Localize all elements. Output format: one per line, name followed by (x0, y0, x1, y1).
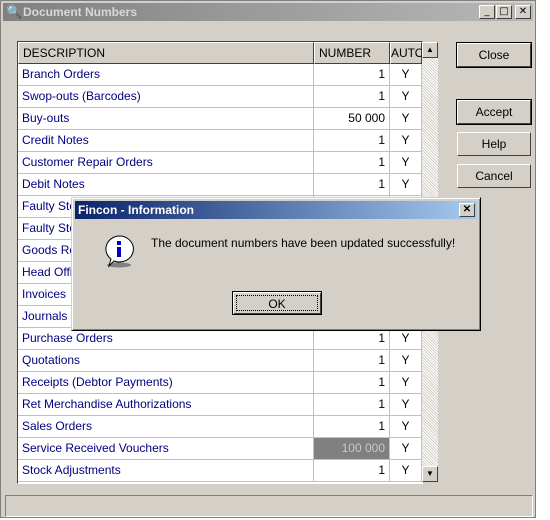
cell-description[interactable]: Ret Merchandise Authorizations (18, 394, 314, 416)
cell-auto[interactable]: Y (390, 328, 422, 350)
cell-number[interactable]: 100 000 (314, 438, 390, 460)
grid-header: DESCRIPTION NUMBER AUTO (18, 42, 422, 64)
cell-description[interactable]: Receipts (Debtor Payments) (18, 372, 314, 394)
table-row[interactable]: Service Received Vouchers 100 000 Y (18, 438, 422, 460)
cell-description[interactable]: Customer Repair Orders (18, 152, 314, 174)
cell-description[interactable]: Buy-outs (18, 108, 314, 130)
column-header-auto[interactable]: AUTO (390, 42, 422, 64)
cell-number[interactable]: 1 (314, 416, 390, 438)
table-row[interactable]: Credit Notes 1 Y (18, 130, 422, 152)
cell-auto[interactable]: Y (390, 130, 422, 152)
cell-number[interactable]: 1 (314, 152, 390, 174)
cell-number[interactable]: 1 (314, 350, 390, 372)
close-button[interactable]: Close (456, 42, 532, 68)
cell-auto[interactable]: Y (390, 350, 422, 372)
window-title: Document Numbers (23, 5, 138, 19)
cell-number[interactable]: 1 (314, 130, 390, 152)
table-row[interactable]: Sales Orders 1 Y (18, 416, 422, 438)
table-row[interactable]: Customer Repair Orders 1 Y (18, 152, 422, 174)
cell-number[interactable]: 1 (314, 460, 390, 482)
cell-auto[interactable]: Y (390, 108, 422, 130)
cell-description[interactable]: Purchase Orders (18, 328, 314, 350)
dialog-title: Fincon - Information (78, 203, 194, 217)
cell-number[interactable]: 1 (314, 372, 390, 394)
dialog-titlebar[interactable]: Fincon - Information ✕ (75, 201, 477, 219)
cell-description[interactable]: Service Received Vouchers (18, 438, 314, 460)
cell-auto[interactable]: Y (390, 174, 422, 196)
cell-description[interactable]: Quotations (18, 350, 314, 372)
column-header-description[interactable]: DESCRIPTION (18, 42, 314, 64)
cell-number[interactable]: 1 (314, 174, 390, 196)
cell-description[interactable]: Branch Orders (18, 64, 314, 86)
table-row[interactable]: Stock Adjustments 1 Y (18, 460, 422, 482)
status-bar (5, 495, 533, 517)
column-header-number[interactable]: NUMBER (314, 42, 390, 64)
table-row[interactable]: Quotations 1 Y (18, 350, 422, 372)
minimize-button[interactable]: _ (479, 5, 495, 19)
window-titlebar[interactable]: 🔍 Document Numbers _ □ ✕ (3, 3, 533, 21)
cell-description[interactable]: Debit Notes (18, 174, 314, 196)
app-icon: 🔍 (6, 4, 23, 19)
cell-number[interactable]: 1 (314, 64, 390, 86)
cell-description[interactable]: Credit Notes (18, 130, 314, 152)
ok-button-label: OK (236, 295, 318, 311)
cell-description[interactable]: Sales Orders (18, 416, 314, 438)
cell-auto[interactable]: Y (390, 372, 422, 394)
dialog-message: The document numbers have been updated s… (151, 236, 456, 250)
cell-number[interactable]: 1 (314, 394, 390, 416)
table-row[interactable]: Branch Orders 1 Y (18, 64, 422, 86)
maximize-button[interactable]: □ (496, 5, 512, 19)
table-row[interactable]: Debit Notes 1 Y (18, 174, 422, 196)
table-row[interactable]: Buy-outs 50 000 Y (18, 108, 422, 130)
information-icon (105, 235, 134, 268)
cell-auto[interactable]: Y (390, 416, 422, 438)
table-row[interactable]: Ret Merchandise Authorizations 1 Y (18, 394, 422, 416)
table-row[interactable]: Purchase Orders 1 Y (18, 328, 422, 350)
cell-auto[interactable]: Y (390, 86, 422, 108)
ok-button[interactable]: OK (232, 291, 322, 315)
cell-auto[interactable]: Y (390, 64, 422, 86)
dialog-close-button[interactable]: ✕ (459, 203, 475, 217)
accept-button[interactable]: Accept (456, 99, 532, 125)
table-row[interactable]: Swop-outs (Barcodes) 1 Y (18, 86, 422, 108)
window-close-button[interactable]: ✕ (515, 5, 531, 19)
cell-number[interactable]: 1 (314, 86, 390, 108)
cell-auto[interactable]: Y (390, 438, 422, 460)
help-button[interactable]: Help (457, 132, 531, 156)
cell-auto[interactable]: Y (390, 152, 422, 174)
cell-number[interactable]: 50 000 (314, 108, 390, 130)
cell-description[interactable]: Stock Adjustments (18, 460, 314, 482)
cancel-button[interactable]: Cancel (457, 164, 531, 188)
cell-auto[interactable]: Y (390, 460, 422, 482)
cell-description[interactable]: Swop-outs (Barcodes) (18, 86, 314, 108)
scroll-up-arrow-icon[interactable]: ▲ (422, 42, 438, 58)
cell-number[interactable]: 1 (314, 328, 390, 350)
scroll-down-arrow-icon[interactable]: ▼ (422, 466, 438, 482)
information-dialog: Fincon - Information ✕ The document numb… (71, 197, 481, 331)
cell-auto[interactable]: Y (390, 394, 422, 416)
table-row[interactable]: Receipts (Debtor Payments) 1 Y (18, 372, 422, 394)
